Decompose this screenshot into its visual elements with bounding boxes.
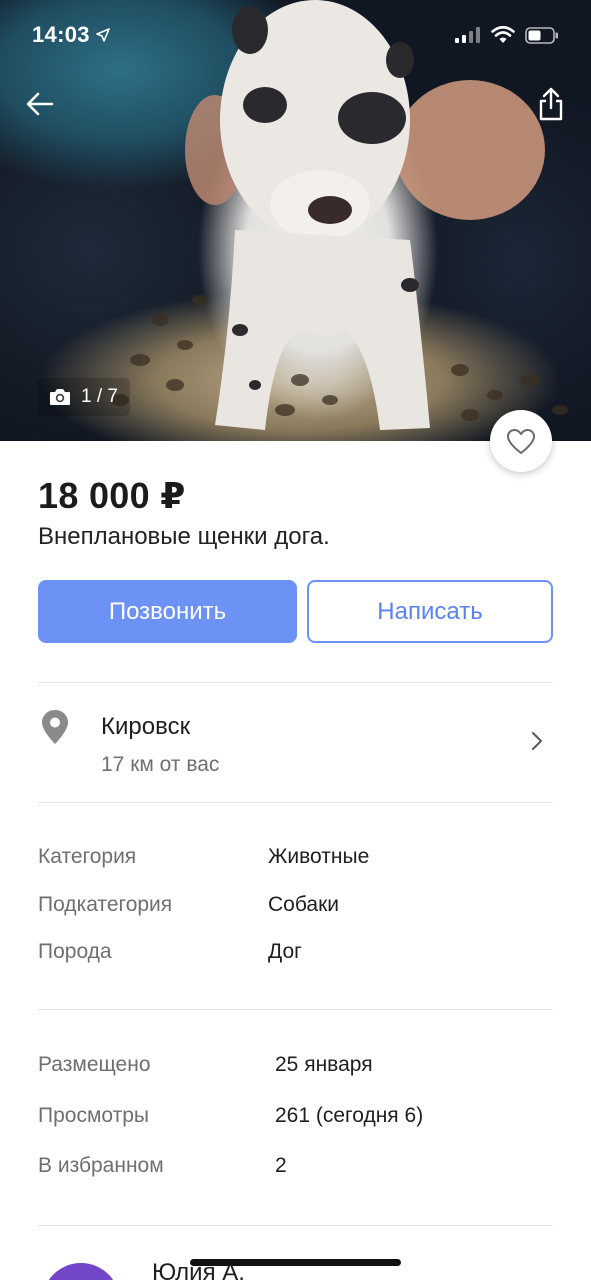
listing-price: 18 000 ₽	[38, 475, 186, 516]
stat-row-favorites: В избранном 2	[38, 1154, 553, 1184]
status-icons	[455, 26, 559, 44]
back-button[interactable]	[18, 82, 62, 126]
divider	[38, 1225, 553, 1226]
photo-counter: 1 / 7	[37, 378, 130, 416]
stat-value: 261 (сегодня 6)	[275, 1104, 424, 1127]
location-distance: 17 км от вас	[101, 753, 220, 776]
status-bar: 14:03	[0, 0, 591, 70]
location-pin-icon	[42, 710, 68, 744]
home-indicator	[190, 1259, 401, 1266]
back-arrow-icon	[26, 92, 54, 116]
stat-label: Размещено	[38, 1053, 151, 1076]
stat-value: 25 января	[275, 1053, 373, 1076]
stat-row-views: Просмотры 261 (сегодня 6)	[38, 1104, 553, 1134]
param-row-subcategory: Подкатегория Собаки	[38, 893, 553, 923]
status-time-text: 14:03	[32, 22, 90, 47]
wifi-icon	[491, 26, 515, 43]
param-row-category: Категория Животные	[38, 845, 553, 875]
seller-avatar[interactable]	[42, 1263, 120, 1280]
stat-label: В избранном	[38, 1154, 164, 1177]
stat-value: 2	[275, 1154, 287, 1177]
listing-title: Внеплановые щенки дога.	[38, 523, 330, 550]
location-city: Кировск	[101, 713, 191, 740]
photo-counter-text: 1 / 7	[81, 386, 118, 407]
param-label: Порода	[38, 940, 112, 963]
share-button[interactable]	[529, 82, 573, 126]
camera-icon	[50, 389, 70, 405]
param-label: Подкатегория	[38, 893, 173, 916]
signal-icon	[455, 27, 480, 43]
param-value: Животные	[268, 845, 370, 868]
param-row-breed: Порода Дог	[38, 940, 553, 970]
stat-row-posted: Размещено 25 января	[38, 1053, 553, 1083]
stat-label: Просмотры	[38, 1104, 149, 1127]
status-time: 14:03	[32, 22, 110, 48]
divider	[38, 1009, 553, 1010]
favorite-button[interactable]	[490, 410, 552, 472]
battery-icon	[525, 26, 558, 44]
location-arrow-icon	[95, 28, 110, 42]
param-value: Собаки	[268, 893, 339, 916]
location-row[interactable]: Кировск 17 км от вас	[38, 683, 553, 803]
write-button[interactable]: Написать	[307, 580, 553, 643]
heart-icon	[507, 428, 535, 454]
param-value: Дог	[268, 940, 302, 963]
divider	[38, 802, 553, 803]
share-icon	[539, 87, 563, 121]
chevron-right-icon	[532, 732, 542, 750]
call-button[interactable]: Позвонить	[38, 580, 297, 643]
listing-photo[interactable]: 14:03 1 / 7	[0, 0, 591, 441]
param-label: Категория	[38, 845, 137, 868]
